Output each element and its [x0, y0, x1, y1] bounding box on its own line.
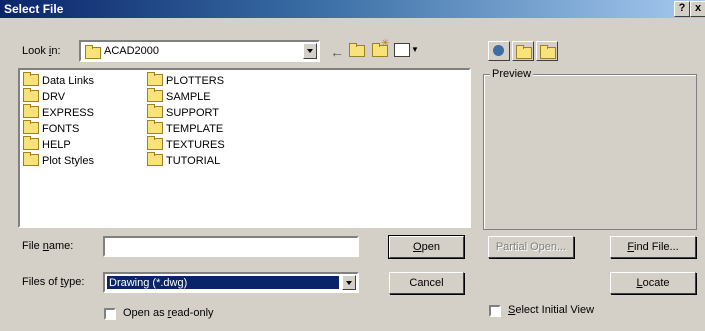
title-bar: Select File ? x — [0, 0, 705, 18]
folder-icon — [23, 104, 39, 119]
cancel-button[interactable]: Cancel — [389, 272, 464, 294]
select-initial-view-checkbox[interactable] — [489, 305, 501, 317]
file-list[interactable]: Data Links DRV EXPRESS FONTS HELP Plot S… — [18, 68, 471, 228]
list-item[interactable]: TUTORIAL — [147, 152, 220, 169]
chevron-down-icon[interactable] — [342, 275, 356, 290]
folder-icon — [23, 152, 39, 167]
list-item[interactable]: TEXTURES — [147, 136, 225, 153]
add-favorites-button[interactable] — [536, 41, 558, 61]
file-name-input[interactable] — [103, 236, 359, 257]
look-in-label: Look in: — [22, 45, 61, 57]
list-item[interactable]: DRV — [23, 88, 65, 105]
find-file-button[interactable]: Find File... — [610, 236, 696, 258]
select-initial-view-label[interactable]: Select Initial View — [508, 304, 594, 316]
dialog-title: Select File — [4, 2, 64, 16]
help-button[interactable]: ? — [674, 1, 690, 17]
search-web-button[interactable] — [488, 41, 510, 61]
folder-icon — [23, 88, 39, 103]
preview-box — [483, 74, 697, 230]
list-item[interactable]: HELP — [23, 136, 71, 153]
up-folder-icon[interactable] — [349, 42, 365, 57]
view-menu-chevron-icon[interactable]: ▼ — [411, 45, 419, 54]
folder-icon — [147, 88, 163, 103]
folder-open-icon — [85, 45, 101, 59]
list-item[interactable]: SAMPLE — [147, 88, 211, 105]
look-in-value: ACAD2000 — [104, 45, 160, 57]
list-item[interactable]: Data Links — [23, 72, 94, 89]
list-item[interactable]: FONTS — [23, 120, 79, 137]
back-arrow-icon[interactable]: ← — [330, 44, 344, 60]
partial-open-button[interactable]: Partial Open... — [488, 236, 574, 258]
files-of-type-select[interactable]: Drawing (*.dwg) — [103, 272, 359, 293]
open-button[interactable]: Open — [388, 235, 465, 259]
file-name-label: File name: — [22, 240, 74, 252]
folder-icon — [23, 120, 39, 135]
folder-icon — [23, 72, 39, 87]
folder-icon — [23, 136, 39, 151]
files-of-type-value: Drawing (*.dwg) — [107, 276, 339, 289]
list-item[interactable]: Plot Styles — [23, 152, 94, 169]
folder-icon — [147, 72, 163, 87]
folder-icon — [147, 152, 163, 167]
open-readonly-label[interactable]: Open as read-only — [123, 307, 214, 319]
new-folder-icon[interactable]: ✳ — [372, 38, 389, 57]
look-in-combo[interactable]: ACAD2000 — [79, 40, 320, 62]
open-readonly-checkbox[interactable] — [104, 308, 116, 320]
locate-button[interactable]: Locate — [610, 272, 696, 294]
view-menu-icon[interactable] — [394, 43, 410, 57]
folder-icon — [147, 120, 163, 135]
list-item[interactable]: TEMPLATE — [147, 120, 223, 137]
list-item[interactable]: PLOTTERS — [147, 72, 224, 89]
close-button[interactable]: x — [690, 1, 705, 17]
list-item[interactable]: EXPRESS — [23, 104, 94, 121]
list-item[interactable]: SUPPORT — [147, 104, 219, 121]
folder-icon — [147, 136, 163, 151]
select-file-dialog: Select File ? x Look in: ACAD2000 ← ✳ ▼ … — [0, 0, 705, 331]
preview-label: Preview — [490, 68, 534, 80]
folder-icon — [147, 104, 163, 119]
chevron-down-icon[interactable] — [303, 43, 317, 59]
files-of-type-label: Files of type: — [22, 276, 85, 288]
look-in-favorites-button[interactable] — [512, 41, 534, 61]
